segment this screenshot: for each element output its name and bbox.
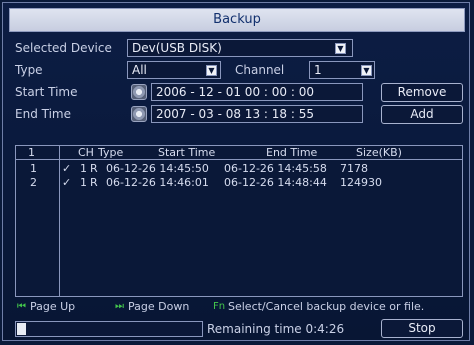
header-index: 1 [28,146,35,159]
channel-label: Channel [235,63,285,77]
page-down-hint: Page Down [128,300,190,313]
selected-device-label: Selected Device [15,41,112,55]
row-end-time: 06-12-26 14:48:44 [224,176,327,189]
page-up-hint: Page Up [30,300,76,313]
window-title: Backup [213,12,261,27]
chevron-down-icon[interactable]: ▼ [335,43,346,54]
row-checkbox[interactable]: ✓ [62,176,71,189]
end-time-value: 2007 - 03 - 08 13 : 18 : 55 [156,107,314,121]
backup-progress-bar [15,321,203,337]
backup-dialog: Backup Selected Device Dev(USB DISK) ▼ T… [2,2,470,341]
function-key-icon: Fn [213,301,226,312]
row-start-time: 06-12-26 14:46:01 [106,176,209,189]
row-start-time: 06-12-26 14:45:50 [106,162,209,175]
header-ch: CH [78,146,94,159]
row-index: 1 [30,162,37,175]
header-size: Size(KB) [356,146,402,159]
row-ch: 1 [80,162,87,175]
chevron-down-icon[interactable]: ▼ [361,65,372,76]
clock-icon[interactable] [131,106,147,122]
page-up-icon: ⏮ [17,301,26,312]
row-size: 7178 [340,162,368,175]
channel-value: 1 [314,63,322,77]
column-divider [59,146,60,296]
page-down-icon: ⏭ [115,301,124,312]
progress-fill [17,323,26,335]
row-index: 2 [30,176,37,189]
type-label: Type [15,63,43,77]
type-value: All [132,63,147,77]
start-time-label: Start Time [15,85,78,99]
stop-button[interactable]: Stop [381,319,463,338]
remaining-time: Remaining time 0:4:26 [207,322,345,336]
chevron-down-icon[interactable]: ▼ [206,65,217,76]
row-ch: 1 [80,176,87,189]
row-size: 124930 [340,176,382,189]
add-button[interactable]: Add [381,105,463,124]
row-end-time: 06-12-26 14:45:58 [224,162,327,175]
row-type: R [90,176,98,189]
selected-device-dropdown[interactable]: Dev(USB DISK) [127,39,353,57]
end-time-field[interactable]: 2007 - 03 - 08 13 : 18 : 55 [151,105,363,123]
start-time-value: 2006 - 12 - 01 00 : 00 : 00 [156,85,314,99]
header-end-time: End Time [266,146,318,159]
remove-button[interactable]: Remove [381,83,463,102]
file-list[interactable]: 1 CH Type Start Time End Time Size(KB) 1… [15,145,463,297]
end-time-label: End Time [15,107,71,121]
selected-device-value: Dev(USB DISK) [132,41,222,55]
header-start-time: Start Time [158,146,216,159]
row-type: R [90,162,98,175]
title-bar: Backup [9,8,465,32]
select-cancel-hint: Select/Cancel backup device or file. [228,300,425,313]
row-checkbox[interactable]: ✓ [62,162,71,175]
start-time-field[interactable]: 2006 - 12 - 01 00 : 00 : 00 [151,83,363,101]
list-header: 1 CH Type Start Time End Time Size(KB) [16,146,462,160]
clock-icon[interactable] [131,84,147,100]
header-type: Type [98,146,124,159]
